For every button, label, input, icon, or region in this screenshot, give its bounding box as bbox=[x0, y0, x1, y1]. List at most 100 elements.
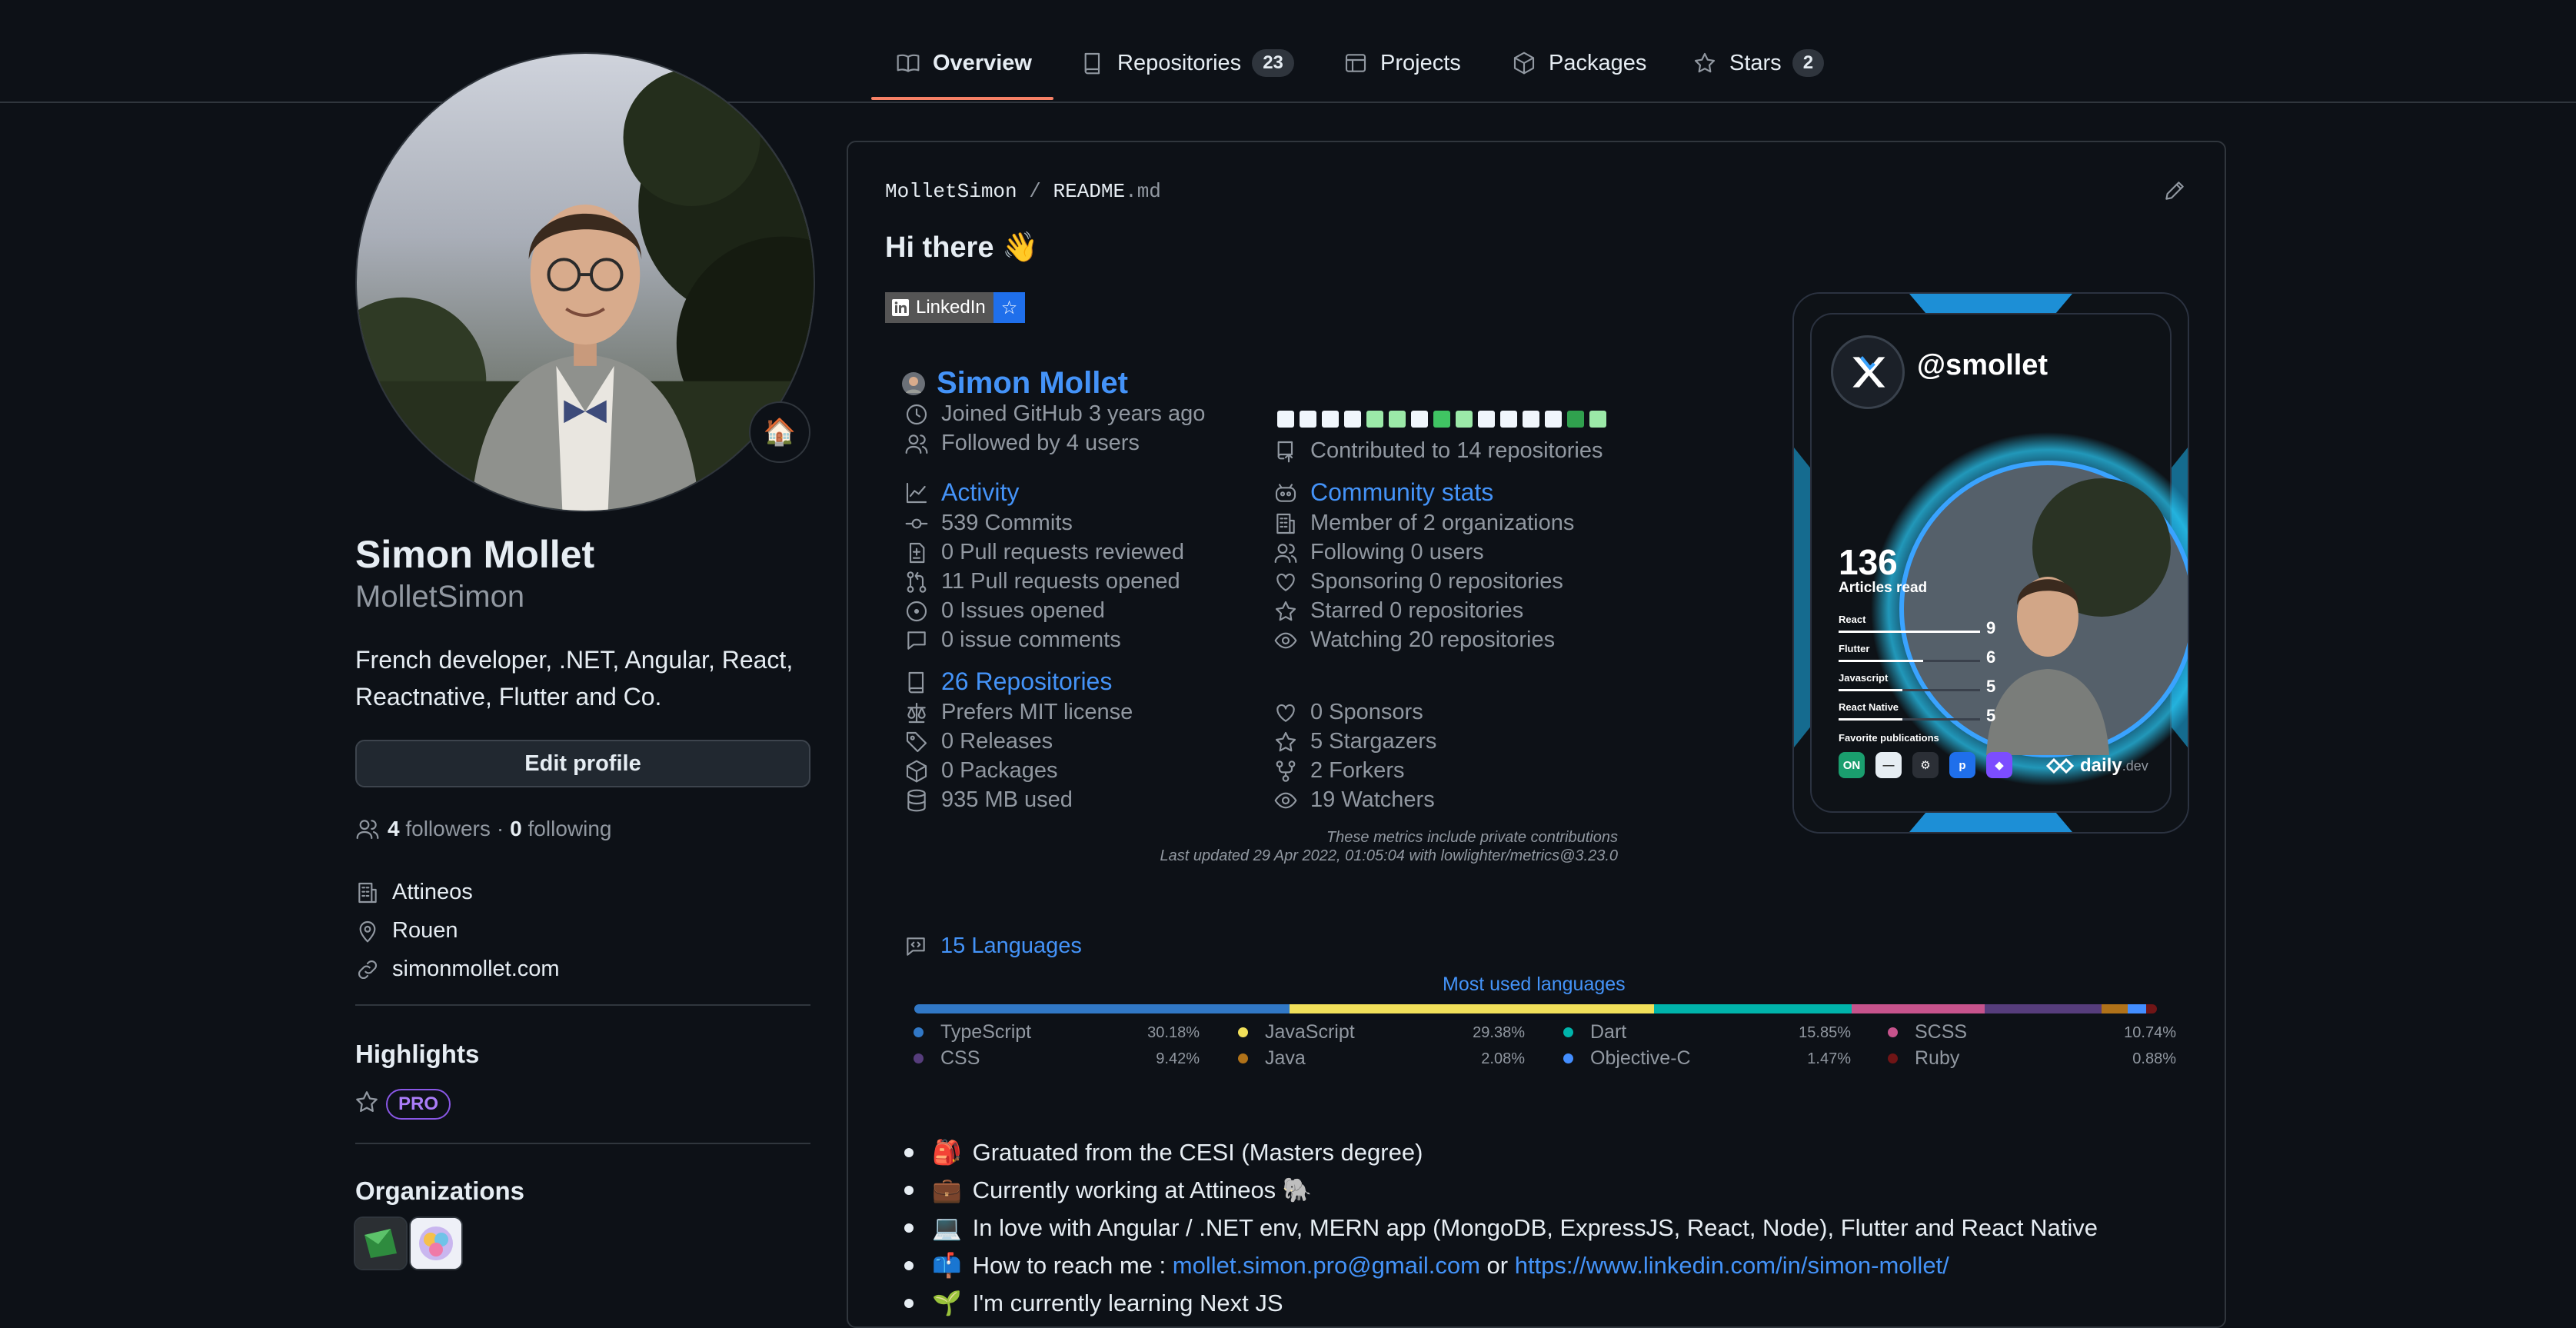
link-icon bbox=[358, 960, 378, 979]
issues-opened-text: 0 Issues opened bbox=[941, 598, 1105, 623]
email-link[interactable]: mollet.simon.pro@gmail.com bbox=[1173, 1252, 1480, 1280]
language-percent: 9.42% bbox=[1156, 1050, 1200, 1067]
profile-avatar[interactable] bbox=[355, 52, 815, 512]
language-name: SCSS bbox=[1915, 1021, 1968, 1043]
language-name: Ruby bbox=[1915, 1047, 1960, 1069]
linkedin-link[interactable]: https://www.linkedin.com/in/simon-mollet… bbox=[1515, 1252, 1949, 1280]
community-heading: Community stats bbox=[1273, 478, 1493, 507]
edit-profile-button[interactable]: Edit profile bbox=[355, 740, 810, 787]
issue-icon bbox=[906, 601, 927, 621]
followers-link[interactable]: 4 followers bbox=[388, 817, 491, 841]
language-percent: 1.47% bbox=[1807, 1050, 1851, 1067]
repo-count-badge: 23 bbox=[1252, 49, 1294, 77]
people-icon bbox=[356, 820, 379, 840]
linkedin-label: LinkedIn bbox=[916, 297, 986, 318]
metrics-disk: 935 MB used bbox=[904, 787, 1073, 813]
readme-file-ext: .md bbox=[1125, 180, 1161, 203]
tag-bar-fill bbox=[1839, 718, 1902, 721]
language-color-dot bbox=[914, 1053, 924, 1063]
profile-website[interactable]: simonmollet.com bbox=[355, 957, 560, 982]
metrics-stargazers: 5 Stargazers bbox=[1273, 729, 1436, 754]
following-count: 0 bbox=[510, 817, 522, 840]
organizations-heading: Organizations bbox=[355, 1177, 525, 1205]
watching-text: Watching 20 repositories bbox=[1310, 627, 1556, 652]
star-icon bbox=[356, 1091, 378, 1113]
commit-icon bbox=[905, 518, 928, 528]
star-icon bbox=[1275, 601, 1296, 621]
tab-overview[interactable]: Overview bbox=[896, 38, 1032, 88]
daily-dev-icon bbox=[2045, 757, 2075, 774]
daily-dev-card[interactable]: @smollet 136 Articles read React 9 Flutter… bbox=[1792, 292, 2189, 834]
language-bar-segment bbox=[1654, 1004, 1852, 1013]
profile-tabs-bar: Overview Repositories 23 Projects Packag… bbox=[0, 0, 2576, 103]
linkedin-badge[interactable]: LinkedIn ☆ bbox=[885, 292, 1026, 323]
dot-separator: · bbox=[496, 817, 504, 840]
contribution-day bbox=[1322, 411, 1339, 428]
bullet-dot bbox=[904, 1147, 914, 1157]
active-tab-indicator bbox=[871, 97, 1053, 100]
profile-bio: French developer, .NET, Angular, React, … bbox=[355, 646, 794, 711]
favorites-label: Favorite publications bbox=[1839, 732, 1939, 744]
metrics-footnote-private: These metrics include private contributi… bbox=[1326, 829, 1618, 846]
following-link[interactable]: 0 following bbox=[510, 817, 611, 841]
tag-count: 6 bbox=[1986, 647, 1996, 667]
organization-avatar[interactable] bbox=[354, 1217, 408, 1270]
tag-bar-fill bbox=[1839, 660, 1924, 662]
tab-stars[interactable]: Stars 2 bbox=[1692, 38, 1825, 88]
metrics-forkers: 2 Forkers bbox=[1273, 758, 1404, 784]
bullet-dot bbox=[904, 1298, 914, 1308]
pencil-icon[interactable] bbox=[2162, 178, 2187, 203]
pr-reviewed-text: 0 Pull requests reviewed bbox=[941, 540, 1184, 564]
copilot-icon bbox=[1275, 483, 1296, 502]
language-color-dot bbox=[914, 1027, 924, 1037]
languages-heading: 15 Languages bbox=[904, 934, 1082, 959]
people-icon bbox=[905, 434, 928, 454]
tag-name: React bbox=[1839, 614, 1866, 625]
status-button[interactable]: 🏠 bbox=[749, 401, 810, 463]
favorite-publications: ON — ⚙ p ◆ bbox=[1839, 752, 2012, 778]
database-icon bbox=[907, 789, 926, 811]
publication-icon: — bbox=[1875, 752, 1902, 778]
bullet-dot bbox=[904, 1223, 914, 1233]
language-name: CSS bbox=[940, 1047, 980, 1069]
tag-bar-track bbox=[1839, 689, 1980, 691]
contribution-day bbox=[1411, 411, 1428, 428]
star-glyph: ☆ bbox=[1000, 297, 1018, 318]
language-percent: 30.18% bbox=[1147, 1024, 1200, 1041]
readme-owner-link[interactable]: MolletSimon bbox=[885, 180, 1017, 203]
language-bar-segment bbox=[914, 1004, 1290, 1013]
language-legend-item: TypeScript bbox=[914, 1021, 1031, 1043]
repos-title: 26 Repositories bbox=[941, 667, 1113, 695]
tab-packages[interactable]: Packages bbox=[1512, 38, 1646, 88]
tab-repositories[interactable]: Repositories 23 bbox=[1080, 38, 1294, 88]
tag-icon bbox=[906, 731, 927, 752]
contribution-day bbox=[1589, 411, 1606, 428]
organization-avatar[interactable] bbox=[409, 1217, 463, 1270]
language-name: Objective-C bbox=[1590, 1047, 1691, 1069]
daily-dev-brand: daily bbox=[2080, 755, 2122, 776]
language-color-dot bbox=[1563, 1053, 1573, 1063]
packages-text: 0 Packages bbox=[941, 758, 1058, 783]
bullet-text: Currently working at Attineos 🐘 bbox=[972, 1177, 1313, 1203]
metrics-user-name[interactable]: Simon Mollet bbox=[937, 366, 1128, 401]
activity-heading: Activity bbox=[904, 478, 1019, 507]
profile-location: Rouen bbox=[355, 918, 458, 944]
tab-label: Overview bbox=[933, 50, 1032, 75]
license-text: Prefers MIT license bbox=[941, 700, 1133, 724]
list-item: 💼 Currently working at Attineos 🐘 bbox=[904, 1176, 1312, 1204]
tab-projects[interactable]: Projects bbox=[1343, 38, 1461, 88]
file-diff-icon bbox=[909, 542, 925, 563]
metrics-user-header: Simon Mollet bbox=[901, 366, 1128, 401]
website-link[interactable]: simonmollet.com bbox=[392, 957, 560, 982]
following-text: Following 0 users bbox=[1310, 540, 1484, 564]
publication-icon: ⚙ bbox=[1912, 752, 1939, 778]
divider bbox=[355, 1004, 810, 1006]
language-name: JavaScript bbox=[1265, 1021, 1355, 1043]
language-color-dot bbox=[1888, 1053, 1898, 1063]
devcard-tag-row: React Native 5 bbox=[1839, 701, 1995, 727]
tag-name: Javascript bbox=[1839, 672, 1889, 684]
metrics-commits: 539 Commits bbox=[904, 511, 1073, 536]
publication-icon: ◆ bbox=[1986, 752, 2012, 778]
language-name: Dart bbox=[1590, 1021, 1627, 1043]
clock-icon bbox=[906, 404, 927, 424]
